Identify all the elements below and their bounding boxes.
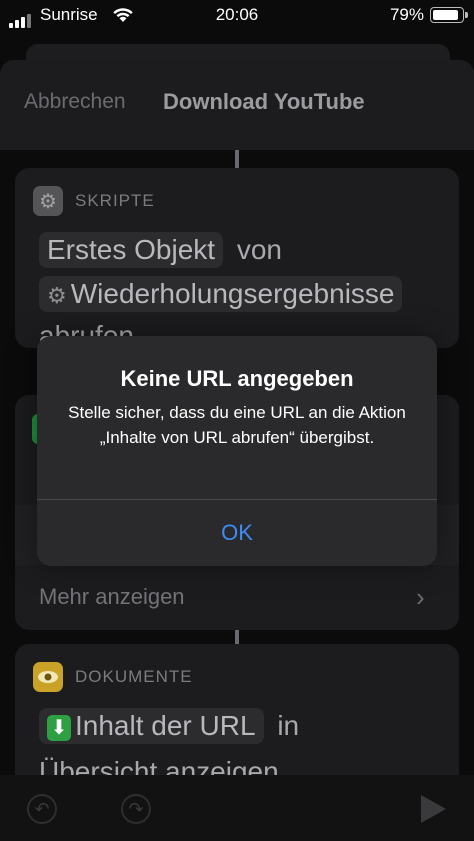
gear-icon: ⚙ [33, 186, 63, 216]
gear-icon: ⚙ [47, 283, 67, 308]
action-line: Erstes Objekt von [39, 232, 282, 268]
alert-message: Stelle sicher, dass du eine URL an die A… [68, 403, 406, 447]
eye-icon [33, 662, 63, 692]
cancel-button[interactable]: Abbrechen [24, 90, 126, 114]
action-category: SKRIPTE [75, 191, 155, 210]
redo-icon[interactable]: ↷ [121, 794, 151, 824]
battery-icon [430, 7, 468, 23]
action-card-scripts[interactable]: ⚙ SKRIPTE Erstes Objekt von ⚙ Wiederholun… [15, 168, 459, 348]
alert-title: Keine URL angegeben [120, 366, 354, 391]
variable-token-label: Inhalt der URL [75, 710, 256, 741]
variable-token[interactable]: Erstes Objekt [39, 232, 224, 268]
variable-token[interactable]: ⚙ Wiederholungsergebnisse [39, 276, 403, 312]
status-bar: Sunrise 20:06 79% [0, 0, 474, 30]
download-icon: ⬇ [47, 714, 71, 741]
action-text: von [236, 234, 282, 265]
action-line: ⚙ Wiederholungsergebnisse [39, 276, 403, 312]
ok-button[interactable]: OK [37, 500, 437, 566]
shortcut-title: Download YouTube [163, 89, 365, 114]
action-card-documents[interactable]: DOKUMENTE ⬇ Inhalt der URL in Übersicht a… [15, 644, 459, 794]
show-more-button[interactable]: Mehr anzeigen [39, 584, 185, 610]
action-category: DOKUMENTE [75, 667, 193, 686]
alert-dialog: Keine URL angegeben Stelle sicher, dass … [37, 336, 437, 566]
battery-percent: 79% [389, 5, 424, 24]
action-connector [235, 150, 239, 170]
variable-token[interactable]: ⬇ Inhalt der URL [39, 708, 264, 744]
undo-icon[interactable]: ↶ [27, 794, 57, 824]
play-icon[interactable] [421, 795, 446, 823]
variable-token-label: Wiederholungsergebnisse [70, 278, 395, 309]
bottom-toolbar [0, 775, 474, 841]
action-text: in [277, 710, 300, 741]
action-line: ⬇ Inhalt der URL in [39, 708, 299, 744]
chevron-right-icon: › [416, 582, 425, 612]
